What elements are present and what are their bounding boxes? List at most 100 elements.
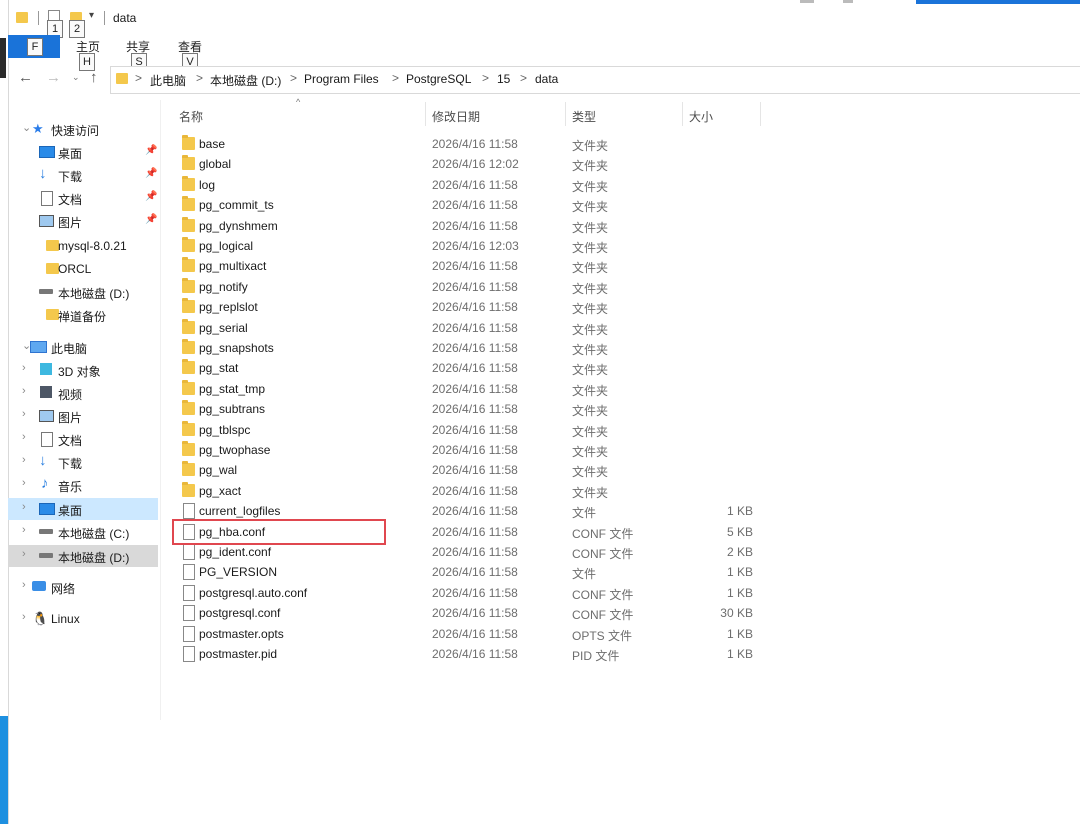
- close-button[interactable]: [916, 0, 1080, 4]
- back-arrow-icon[interactable]: ←: [18, 69, 33, 86]
- file-row[interactable]: pg_stat 2026/4/16 11:58 文件夹: [170, 358, 770, 378]
- file-name[interactable]: pg_multixact: [199, 259, 266, 273]
- file-name[interactable]: postmaster.pid: [199, 647, 277, 661]
- chevron-right-icon[interactable]: ›: [22, 477, 26, 489]
- breadcrumb-program-files[interactable]: Program Files: [304, 72, 379, 86]
- sidebar-quick-access[interactable]: ⌄ ★ 快速访问: [8, 118, 158, 140]
- up-arrow-icon[interactable]: ↑: [90, 69, 98, 86]
- sidebar-item-quick[interactable]: ORCL: [8, 258, 158, 280]
- breadcrumb-data[interactable]: data: [535, 72, 558, 86]
- file-row[interactable]: pg_twophase 2026/4/16 11:58 文件夹: [170, 440, 770, 460]
- file-row[interactable]: postmaster.opts 2026/4/16 11:58 OPTS 文件 1 K…: [170, 624, 770, 644]
- file-row[interactable]: pg_subtrans 2026/4/16 11:58 文件夹: [170, 399, 770, 419]
- sidebar-item-quick[interactable]: 文档 📌: [8, 187, 158, 209]
- file-name[interactable]: pg_tblspc: [199, 423, 250, 437]
- chevron-right-icon[interactable]: ›: [22, 408, 26, 420]
- file-name[interactable]: pg_replslot: [199, 300, 258, 314]
- column-divider[interactable]: [760, 102, 761, 126]
- pin-icon[interactable]: 📌: [145, 145, 157, 156]
- file-row[interactable]: pg_multixact 2026/4/16 11:58 文件夹: [170, 256, 770, 276]
- sidebar-item-pc[interactable]: › 图片: [8, 405, 158, 427]
- file-name[interactable]: pg_dynshmem: [199, 219, 278, 233]
- chevron-right-icon[interactable]: ›: [22, 454, 26, 466]
- forward-arrow-icon[interactable]: →: [46, 69, 61, 86]
- file-row[interactable]: pg_wal 2026/4/16 11:58 文件夹: [170, 460, 770, 480]
- file-name[interactable]: pg_stat_tmp: [199, 382, 265, 396]
- file-name[interactable]: pg_logical: [199, 239, 253, 253]
- chevron-right-icon[interactable]: ›: [22, 579, 26, 591]
- file-name[interactable]: pg_ident.conf: [199, 545, 271, 559]
- file-name[interactable]: pg_notify: [199, 280, 248, 294]
- sidebar-item-pc[interactable]: › 桌面: [8, 498, 158, 520]
- file-row[interactable]: pg_ident.conf 2026/4/16 11:58 CONF 文件 2 KB: [170, 542, 770, 562]
- sidebar-item-quick[interactable]: 桌面 📌: [8, 141, 158, 163]
- file-name[interactable]: base: [199, 137, 225, 151]
- file-name[interactable]: pg_twophase: [199, 443, 270, 457]
- file-name[interactable]: PG_VERSION: [199, 565, 277, 579]
- file-name[interactable]: pg_xact: [199, 484, 241, 498]
- pin-icon[interactable]: 📌: [145, 191, 157, 202]
- file-row[interactable]: log 2026/4/16 11:58 文件夹: [170, 175, 770, 195]
- sidebar-item-pc[interactable]: › 文档: [8, 428, 158, 450]
- file-row[interactable]: pg_xact 2026/4/16 11:58 文件夹: [170, 481, 770, 501]
- sidebar-linux[interactable]: › 🐧 Linux: [8, 608, 158, 630]
- sidebar-item-quick[interactable]: 本地磁盘 (D:): [8, 281, 158, 303]
- file-row[interactable]: pg_replslot 2026/4/16 11:58 文件夹: [170, 297, 770, 317]
- minimize-button[interactable]: [800, 0, 814, 3]
- sidebar-item-quick[interactable]: 图片 📌: [8, 210, 158, 232]
- file-row[interactable]: pg_stat_tmp 2026/4/16 11:58 文件夹: [170, 379, 770, 399]
- pin-icon[interactable]: 📌: [145, 214, 157, 225]
- sidebar-this-pc[interactable]: ⌄ 此电脑: [8, 336, 158, 358]
- breadcrumb-15[interactable]: 15: [497, 72, 510, 86]
- chevron-right-icon[interactable]: ›: [22, 431, 26, 443]
- chevron-right-icon[interactable]: ›: [22, 524, 26, 536]
- recent-locations-icon[interactable]: ⌄: [72, 72, 80, 83]
- column-header-modified[interactable]: 修改日期: [432, 108, 480, 125]
- chevron-right-icon[interactable]: ›: [22, 385, 26, 397]
- file-name[interactable]: postmaster.opts: [199, 627, 284, 641]
- sidebar-item-quick[interactable]: ↓ 下载 📌: [8, 164, 158, 186]
- file-row[interactable]: postgresql.auto.conf 2026/4/16 11:58 CONF …: [170, 583, 770, 603]
- file-row[interactable]: global 2026/4/16 12:02 文件夹: [170, 154, 770, 174]
- chevron-right-icon[interactable]: ›: [22, 501, 26, 513]
- file-name[interactable]: pg_wal: [199, 463, 237, 477]
- column-divider[interactable]: [425, 102, 426, 126]
- customize-toolbar-icon[interactable]: ▾: [89, 10, 94, 21]
- breadcrumb-this-pc[interactable]: 此电脑: [150, 72, 186, 89]
- chevron-right-icon[interactable]: ›: [22, 611, 26, 623]
- file-row[interactable]: postgresql.conf 2026/4/16 11:58 CONF 文件 30 …: [170, 603, 770, 623]
- file-name[interactable]: log: [199, 178, 215, 192]
- file-row[interactable]: pg_tblspc 2026/4/16 11:58 文件夹: [170, 420, 770, 440]
- file-name[interactable]: global: [199, 157, 231, 171]
- chevron-right-icon[interactable]: ›: [22, 362, 26, 374]
- column-divider[interactable]: [682, 102, 683, 126]
- chevron-down-icon[interactable]: ⌄: [22, 121, 31, 134]
- file-name[interactable]: postgresql.conf: [199, 606, 280, 620]
- file-name[interactable]: pg_commit_ts: [199, 198, 274, 212]
- file-name[interactable]: pg_serial: [199, 321, 248, 335]
- file-row[interactable]: pg_snapshots 2026/4/16 11:58 文件夹: [170, 338, 770, 358]
- sidebar-item-pc[interactable]: › 视频: [8, 382, 158, 404]
- file-row[interactable]: pg_logical 2026/4/16 12:03 文件夹: [170, 236, 770, 256]
- pin-icon[interactable]: 📌: [145, 168, 157, 179]
- file-row[interactable]: PG_VERSION 2026/4/16 11:58 文件 1 KB: [170, 562, 770, 582]
- sidebar-item-quick[interactable]: mysql-8.0.21: [8, 235, 158, 257]
- file-name[interactable]: pg_subtrans: [199, 402, 265, 416]
- column-header-type[interactable]: 类型: [572, 108, 596, 125]
- chevron-right-icon[interactable]: ›: [22, 548, 26, 560]
- file-row[interactable]: pg_commit_ts 2026/4/16 11:58 文件夹: [170, 195, 770, 215]
- file-row[interactable]: pg_dynshmem 2026/4/16 11:58 文件夹: [170, 216, 770, 236]
- file-row[interactable]: pg_serial 2026/4/16 11:58 文件夹: [170, 318, 770, 338]
- file-name[interactable]: pg_snapshots: [199, 341, 274, 355]
- breadcrumb-postgresql[interactable]: PostgreSQL: [406, 72, 471, 86]
- sidebar-network[interactable]: › 网络: [8, 576, 158, 598]
- file-name[interactable]: pg_stat: [199, 361, 238, 375]
- sidebar-item-quick[interactable]: 禅道备份: [8, 304, 158, 326]
- sidebar-item-pc[interactable]: › ↓ 下载: [8, 451, 158, 473]
- file-name[interactable]: current_logfiles: [199, 504, 280, 518]
- file-row[interactable]: postmaster.pid 2026/4/16 11:58 PID 文件 1 KB: [170, 644, 770, 664]
- file-row[interactable]: pg_notify 2026/4/16 11:58 文件夹: [170, 277, 770, 297]
- sidebar-item-pc[interactable]: › 本地磁盘 (D:): [8, 545, 158, 567]
- column-header-size[interactable]: 大小: [689, 108, 713, 125]
- sidebar-item-pc[interactable]: › 本地磁盘 (C:): [8, 521, 158, 543]
